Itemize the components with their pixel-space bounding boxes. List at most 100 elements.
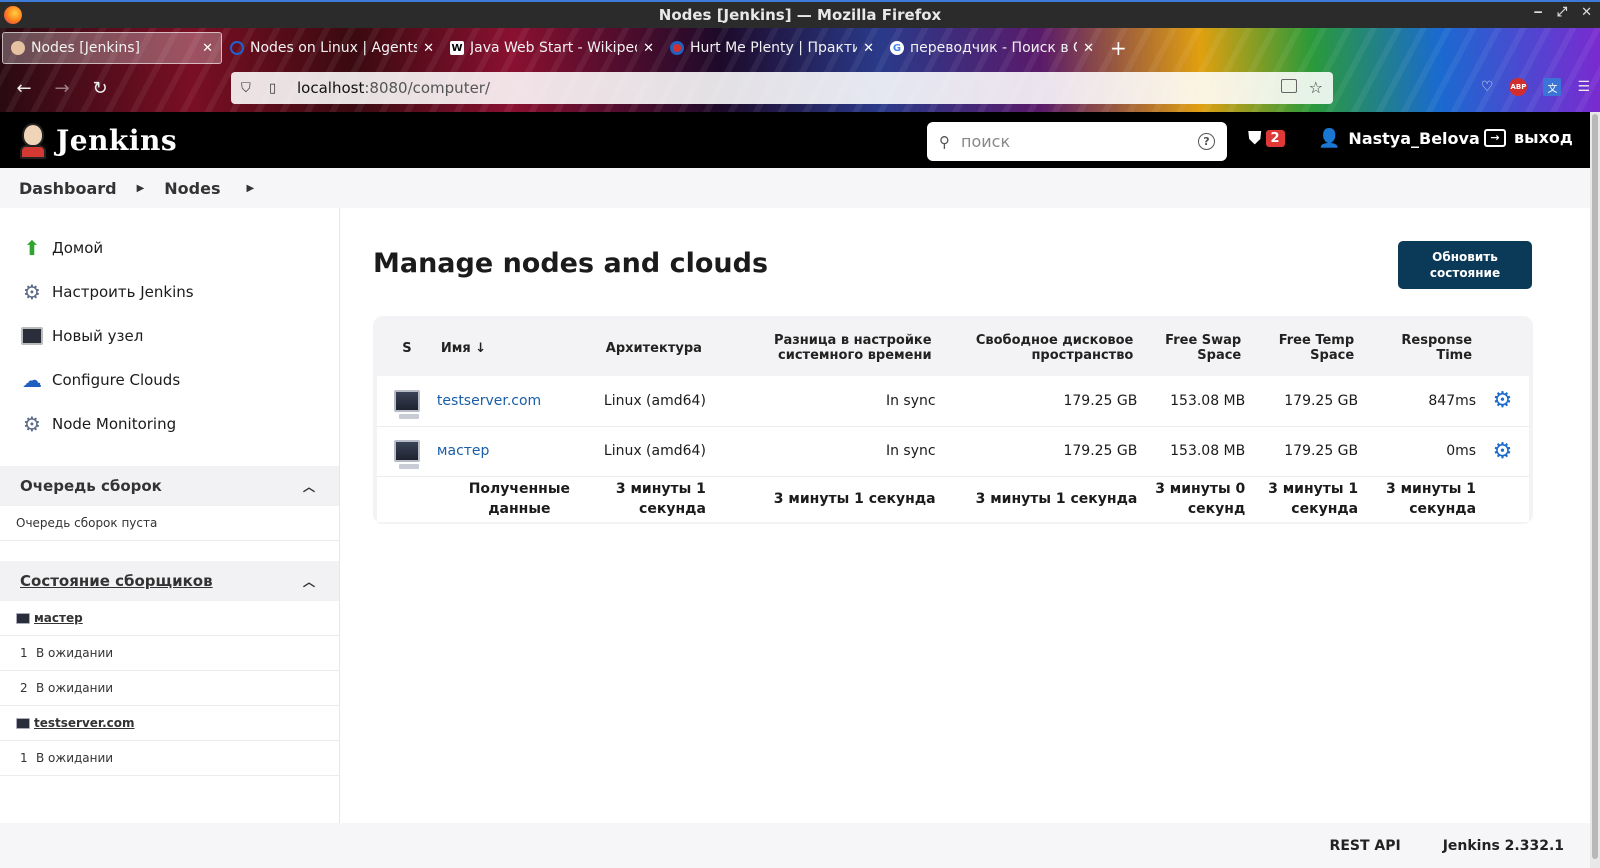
node-status-cell (377, 376, 437, 427)
col-status[interactable]: S (377, 320, 437, 376)
search-input[interactable] (961, 132, 1181, 151)
node-name-cell: мастер (436, 426, 602, 477)
close-icon[interactable]: ✕ (1581, 5, 1592, 20)
firefox-icon (4, 6, 22, 24)
chevron-right-icon[interactable]: ▶ (137, 183, 145, 194)
executor-row: 1 В ожидании (0, 741, 339, 776)
jenkins-butler-icon (18, 120, 48, 160)
jenkins-logo[interactable]: Jenkins (18, 120, 177, 160)
executor-node-name[interactable]: testserver.com (34, 716, 135, 730)
rest-api-link[interactable]: REST API (1330, 838, 1401, 854)
col-free-temp[interactable]: Free Temp Space (1245, 320, 1358, 376)
reader-view-icon[interactable] (1281, 79, 1297, 93)
table-row: testserver.com Linux (amd64) In sync 179… (377, 376, 1529, 427)
executors-title[interactable]: Состояние сборщиков (20, 572, 213, 590)
page-scrollbar[interactable] (1590, 112, 1600, 868)
close-tab-icon[interactable]: ✕ (1083, 41, 1094, 56)
chevron-right-icon[interactable]: ▶ (247, 183, 255, 194)
maximize-icon[interactable]: ⤢ (1557, 5, 1567, 20)
node-name-cell: testserver.com (436, 376, 602, 427)
bookmark-star-icon[interactable]: ☆ (1309, 78, 1323, 97)
breadcrumb-nodes[interactable]: Nodes (164, 179, 220, 198)
search-box[interactable]: ⚲ ? (927, 122, 1227, 161)
epam-icon (670, 41, 684, 55)
disk-cell: 179.25 GB (935, 376, 1138, 427)
build-queue-title: Очередь сборок (20, 477, 162, 495)
sidebar-item-configure-clouds[interactable]: ☁ Configure Clouds (0, 358, 339, 402)
tab-java-web-start[interactable]: W Java Web Start - Wikiped ✕ (442, 32, 662, 64)
help-icon[interactable]: ? (1198, 133, 1215, 150)
pocket-icon[interactable]: ♡ (1481, 79, 1494, 95)
executor-node-testserver[interactable]: testserver.com (0, 706, 339, 741)
page-layout: ⬆ Домой ⚙ Настроить Jenkins Новый узел ☁… (0, 208, 1600, 828)
logout-link[interactable]: → выход (1484, 128, 1573, 147)
sidebar-item-node-monitoring[interactable]: ⚙ Node Monitoring (0, 402, 339, 446)
build-queue-header[interactable]: Очередь сборок ︿ (0, 466, 339, 506)
forward-icon[interactable]: → (48, 78, 76, 99)
executor-node-master[interactable]: мастер (0, 601, 339, 636)
close-tab-icon[interactable]: ✕ (423, 41, 434, 56)
reload-icon[interactable]: ↻ (86, 78, 114, 99)
refresh-status-button[interactable]: Обновить состояние (1398, 241, 1532, 289)
col-actions (1476, 320, 1529, 376)
sidebar-item-new-node[interactable]: Новый узел (0, 314, 339, 358)
col-response-time[interactable]: Response Time (1358, 320, 1476, 376)
tab-translator[interactable]: G переводчик - Поиск в G ✕ (882, 32, 1102, 64)
executor-node-name[interactable]: мастер (34, 611, 83, 625)
window-titlebar: Nodes [Jenkins] — Mozilla Firefox ‒ ⤢ ✕ (0, 0, 1600, 28)
node-link-testserver[interactable]: testserver.com (437, 393, 541, 409)
menu-icon[interactable]: ☰ (1577, 79, 1590, 95)
col-clock-difference[interactable]: Разница в настройке системного времени (706, 320, 936, 376)
col-free-swap[interactable]: Free Swap Space (1137, 320, 1245, 376)
gear-icon[interactable]: ⚙ (1493, 388, 1513, 413)
jenkins-header: Jenkins ⚲ ? ⛊ 2 👤 Nastya_Belova → выход (0, 112, 1600, 168)
tab-nodes-jenkins[interactable]: Nodes [Jenkins] ✕ (2, 32, 222, 64)
security-alert[interactable]: ⛊ 2 (1248, 128, 1285, 149)
tab-hurt-me-plenty[interactable]: Hurt Me Plenty | Практи ✕ (662, 32, 882, 64)
brand-title: Jenkins (56, 123, 178, 157)
sidebar-item-configure-jenkins[interactable]: ⚙ Настроить Jenkins (0, 270, 339, 314)
col-architecture[interactable]: Архитектура (602, 320, 706, 376)
url-bar[interactable]: ⛉ ▯ localhost:8080/computer/ ☆ (231, 72, 1333, 104)
sidebar-item-home[interactable]: ⬆ Домой (0, 226, 339, 270)
minimize-icon[interactable]: ‒ (1534, 5, 1543, 20)
url-path: :8080/computer/ (364, 79, 491, 97)
computer-icon (16, 612, 30, 624)
alert-count-badge: 2 (1265, 130, 1285, 147)
scrollbar-thumb[interactable] (1592, 114, 1598, 859)
breadcrumb-dashboard[interactable]: Dashboard (19, 179, 117, 198)
tab-strip: Nodes [Jenkins] ✕ Nodes on Linux | Agent… (2, 32, 1600, 64)
sidebar-item-label: Настроить Jenkins (52, 283, 194, 301)
gear-icon[interactable]: ⚙ (1493, 439, 1513, 464)
jenkins-version-link[interactable]: Jenkins 2.332.1 (1443, 838, 1564, 854)
new-tab-icon[interactable]: + (1110, 36, 1127, 60)
back-icon[interactable]: ← (10, 78, 38, 99)
translate-icon[interactable]: 文 (1543, 78, 1562, 96)
tab-nodes-on-linux[interactable]: Nodes on Linux | Agents ✕ (222, 32, 442, 64)
temp-cell: 179.25 GB (1245, 376, 1359, 427)
footer-empty-cell (377, 476, 437, 522)
close-tab-icon[interactable]: ✕ (863, 41, 874, 56)
close-tab-icon[interactable]: ✕ (202, 41, 213, 56)
chevron-up-icon[interactable]: ︿ (303, 478, 315, 495)
close-tab-icon[interactable]: ✕ (643, 41, 654, 56)
col-name[interactable]: Имя ↓ (437, 320, 602, 376)
footer-disk: 3 минуты 1 секунда (935, 476, 1138, 522)
build-queue-empty-text: Очередь сборок пуста (16, 516, 158, 530)
user-link[interactable]: 👤 Nastya_Belova (1318, 128, 1480, 149)
node-link-master[interactable]: мастер (437, 443, 490, 459)
executor-status: В ожидании (36, 681, 114, 695)
page-icon[interactable]: ▯ (269, 81, 291, 96)
chevron-up-icon[interactable]: ︿ (303, 573, 315, 590)
extensions: ♡ ABP 文 ☰ (1481, 78, 1590, 96)
jenkins-icon (11, 41, 25, 55)
up-arrow-icon: ⬆ (23, 236, 41, 260)
adblock-icon[interactable]: ABP (1509, 78, 1528, 96)
refresh-status-label: Обновить состояние (1429, 250, 1501, 280)
col-free-disk[interactable]: Свободное дисковое пространство (936, 320, 1138, 376)
footer-resp: 3 минуты 1 секунда (1358, 476, 1477, 522)
executors-header[interactable]: Состояние сборщиков ︿ (0, 561, 339, 601)
node-status-cell (377, 426, 437, 477)
shield-icon[interactable]: ⛉ (241, 81, 263, 96)
footer-swap: 3 минуты 0 секунд (1137, 476, 1246, 522)
